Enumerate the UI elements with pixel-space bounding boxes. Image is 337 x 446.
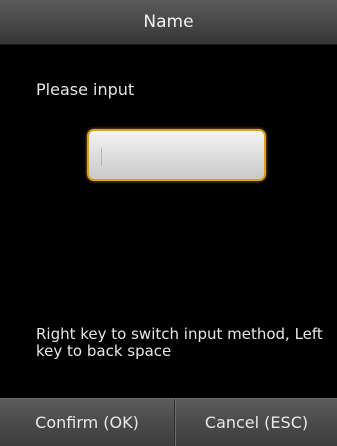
title-bar: Name	[0, 0, 337, 45]
text-cursor	[101, 148, 102, 166]
name-input-field[interactable]	[87, 129, 266, 181]
keypad-hint-text: Right key to switch input method, Left k…	[36, 325, 323, 360]
device-screen: Name Please input Right key to switch in…	[0, 0, 337, 446]
input-prompt-label: Please input	[36, 80, 135, 99]
soft-key-bar: Confirm (OK) Cancel (ESC)	[0, 398, 337, 446]
cancel-button[interactable]: Cancel (ESC)	[176, 399, 337, 446]
confirm-button[interactable]: Confirm (OK)	[0, 399, 174, 446]
screen-title: Name	[143, 12, 194, 32]
